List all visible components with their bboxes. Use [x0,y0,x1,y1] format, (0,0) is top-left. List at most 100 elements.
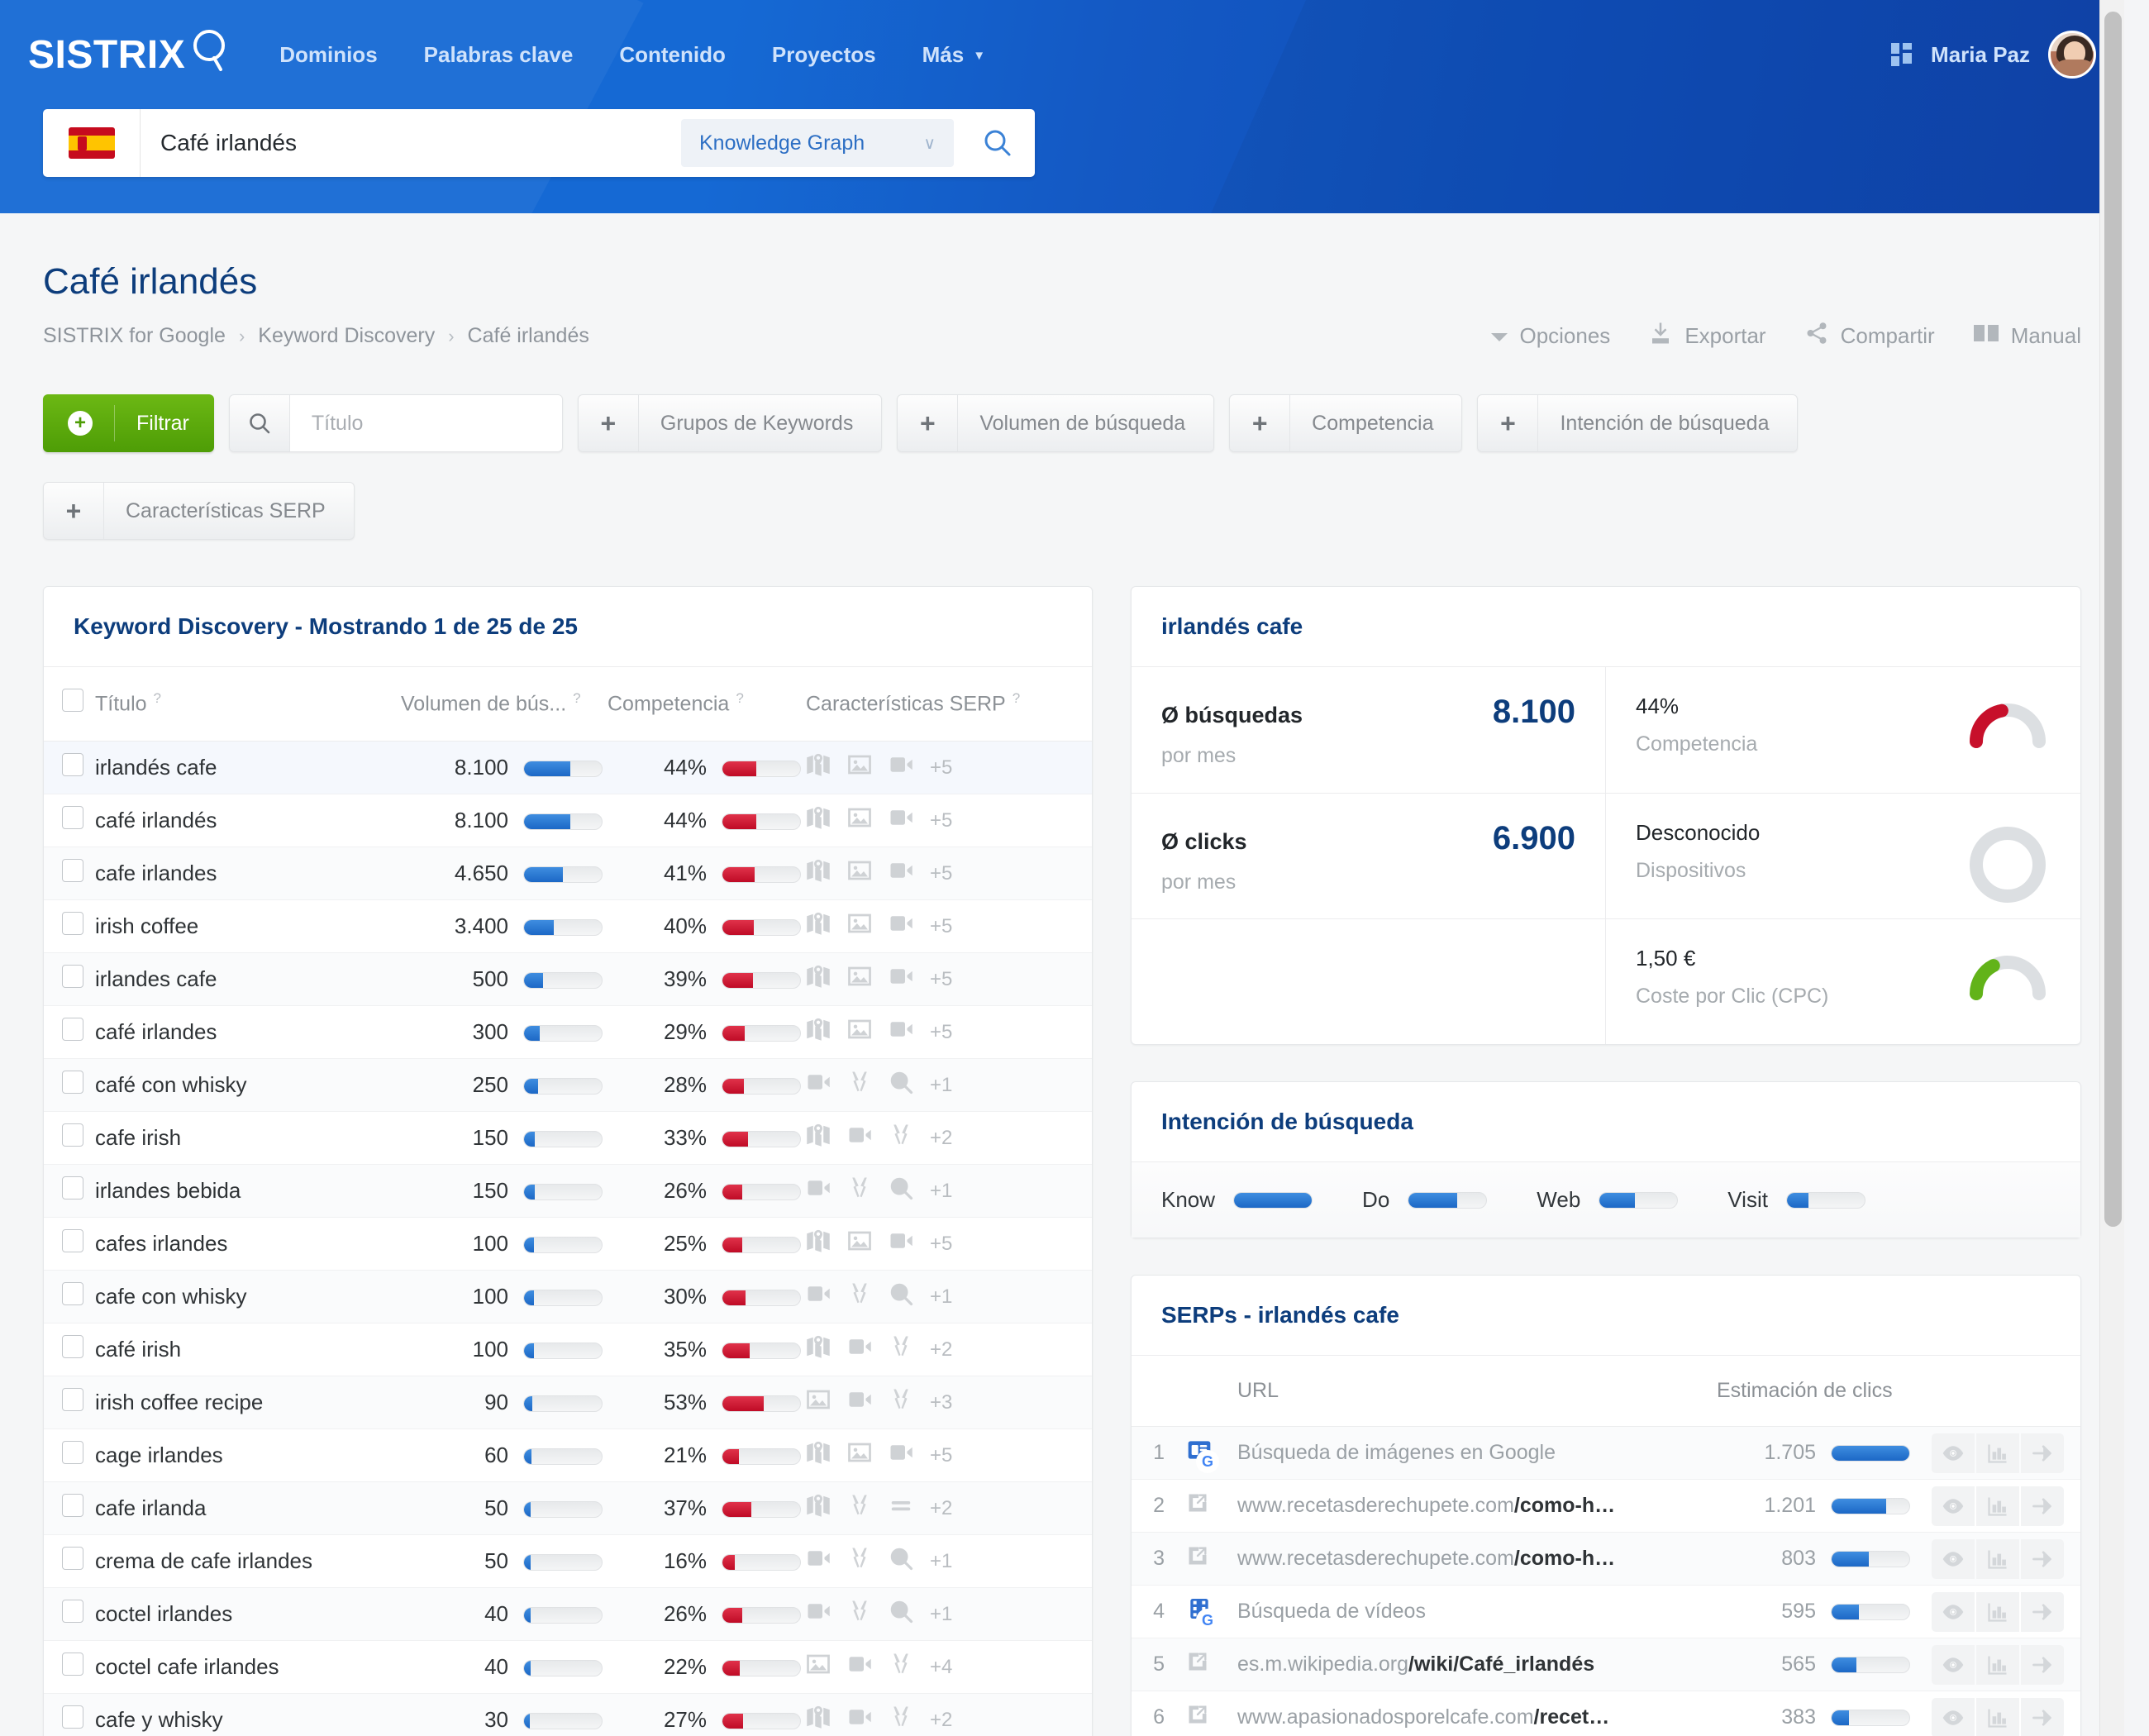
share-button[interactable]: Compartir [1804,321,1935,351]
serp-more-count[interactable]: +1 [930,1550,952,1573]
filter-volumen-de-busqueda[interactable]: + Volumen de búsqueda [897,394,1215,452]
serp-features-cell[interactable]: +4 [806,1640,1092,1694]
table-row[interactable]: irlandes cafe 500 39% +5 [44,952,1092,1006]
table-row[interactable]: cafe irlanda 50 37% +2 [44,1481,1092,1535]
sistrix-logo[interactable]: SISTRIX [28,26,235,83]
nav-item-contenido[interactable]: Contenido [619,42,726,68]
keyword-title[interactable]: café irish [95,1323,401,1376]
help-icon[interactable]: ? [1013,690,1020,706]
country-selector[interactable] [43,109,141,177]
keyword-title[interactable]: cafe y whisky [95,1693,401,1736]
filter-grupos-de-keywords[interactable]: + Grupos de Keywords [577,394,883,452]
keyword-title[interactable]: crema de cafe irlandes [95,1534,401,1588]
options-button[interactable]: Opciones [1491,323,1610,349]
row-select-cell[interactable] [44,1428,95,1482]
select-all-header[interactable] [44,666,95,742]
nav-item-proyectos[interactable]: Proyectos [772,42,876,68]
table-row[interactable]: cafe con whisky 100 30% +1 [44,1270,1092,1323]
row-checkbox[interactable] [62,1123,83,1147]
keyword-title[interactable]: irlandes cafe [95,952,401,1006]
serp-features-cell[interactable]: +1 [806,1058,1092,1112]
serp-features-cell[interactable]: +5 [806,1217,1092,1271]
row-checkbox[interactable] [62,1282,83,1305]
export-button[interactable]: Exportar [1648,321,1766,351]
serp-features-cell[interactable]: +5 [806,794,1092,847]
row-select-cell[interactable] [44,741,95,794]
table-row[interactable]: café irish 100 35% +2 [44,1323,1092,1376]
breadcrumb-item-0[interactable]: SISTRIX for Google [43,324,226,348]
help-icon[interactable]: ? [736,690,743,706]
row-checkbox[interactable] [62,1494,83,1517]
keyword-title[interactable]: cafe irlandes [95,847,401,900]
serp-features-cell[interactable]: +5 [806,741,1092,794]
serp-url[interactable]: es.m.wikipedia.org/wiki/Café_irlandés [1237,1638,1717,1691]
row-checkbox[interactable] [62,1176,83,1199]
serp-features-cell[interactable]: +1 [806,1587,1092,1641]
serp-more-count[interactable]: +5 [930,1444,952,1467]
row-select-cell[interactable] [44,1640,95,1694]
serp-more-count[interactable]: +1 [930,1603,952,1626]
keyword-title[interactable]: coctel irlandes [95,1587,401,1641]
serp-more-count[interactable]: +1 [930,1074,952,1097]
row-select-cell[interactable] [44,899,95,953]
table-row[interactable]: irlandes bebida 150 26% +1 [44,1164,1092,1218]
bar-chart-icon[interactable] [1976,1644,2019,1685]
row-select-cell[interactable] [44,1481,95,1535]
table-row[interactable]: café irlandes 300 29% +5 [44,1005,1092,1059]
col-caracteristicas-serp[interactable]: Características SERP? [806,666,1092,742]
table-row[interactable]: coctel cafe irlandes 40 22% +4 [44,1640,1092,1694]
table-row[interactable]: irlandés cafe 8.100 44% +5 [44,741,1092,794]
row-select-cell[interactable] [44,1270,95,1323]
bar-chart-icon[interactable] [1976,1591,2019,1632]
serp-features-cell[interactable]: +2 [806,1481,1092,1535]
arrow-right-icon[interactable] [2021,1697,2064,1736]
serp-more-count[interactable]: +5 [930,756,952,780]
serp-features-cell[interactable]: +2 [806,1323,1092,1376]
serp-row[interactable]: 1 G Búsqueda de imágenes en Google 1.705 [1132,1426,2080,1480]
keyword-title[interactable]: café con whisky [95,1058,401,1112]
row-checkbox[interactable] [62,753,83,776]
serp-url[interactable]: www.recetasderechupete.com/como-h… [1237,1532,1717,1586]
serp-more-count[interactable]: +5 [930,1233,952,1256]
serp-more-count[interactable]: +2 [930,1497,952,1520]
serp-more-count[interactable]: +5 [930,862,952,885]
serp-features-cell[interactable]: +3 [806,1376,1092,1429]
serp-more-count[interactable]: +5 [930,968,952,991]
serp-row[interactable]: 6 www.apasionadosporelcafe.com/recet… 383 [1132,1691,2080,1736]
row-select-cell[interactable] [44,952,95,1006]
row-checkbox[interactable] [62,1071,83,1094]
row-select-cell[interactable] [44,1005,95,1059]
serp-features-cell[interactable]: +1 [806,1164,1092,1218]
bar-chart-icon[interactable] [1976,1697,2019,1736]
serp-more-count[interactable]: +2 [930,1127,952,1150]
keyword-title[interactable]: irish coffee recipe [95,1376,401,1429]
arrow-right-icon[interactable] [2021,1486,2064,1526]
serp-url[interactable]: www.recetasderechupete.com/como-h… [1237,1479,1717,1533]
row-select-cell[interactable] [44,1587,95,1641]
row-checkbox[interactable] [62,1388,83,1411]
serp-features-cell[interactable]: +5 [806,899,1092,953]
search-input[interactable]: Café irlandés [141,109,681,177]
serp-row[interactable]: 5 es.m.wikipedia.org/wiki/Café_irlandés 56… [1132,1638,2080,1691]
arrow-right-icon[interactable] [2021,1538,2064,1579]
row-checkbox[interactable] [62,1335,83,1358]
serp-features-cell[interactable]: +1 [806,1270,1092,1323]
table-row[interactable]: cafe irlandes 4.650 41% +5 [44,847,1092,900]
search-submit-button[interactable] [960,109,1035,177]
keyword-title[interactable]: cafe irlanda [95,1481,401,1535]
keyword-title[interactable]: irish coffee [95,899,401,953]
table-row[interactable]: coctel irlandes 40 26% +1 [44,1587,1092,1641]
row-checkbox[interactable] [62,912,83,935]
eye-icon[interactable] [1932,1697,1975,1736]
row-select-cell[interactable] [44,1693,95,1736]
keyword-title[interactable]: cafe irish [95,1111,401,1165]
serp-more-count[interactable]: +5 [930,915,952,938]
eye-icon[interactable] [1932,1591,1975,1632]
eye-icon[interactable] [1932,1433,1975,1473]
serp-features-cell[interactable]: +2 [806,1111,1092,1165]
serp-more-count[interactable]: +2 [930,1709,952,1732]
avatar[interactable] [2048,31,2096,79]
table-row[interactable]: cage irlandes 60 21% +5 [44,1428,1092,1482]
mode-select[interactable]: Knowledge Graph ∨ [681,119,954,167]
select-all-checkbox[interactable] [62,689,83,712]
